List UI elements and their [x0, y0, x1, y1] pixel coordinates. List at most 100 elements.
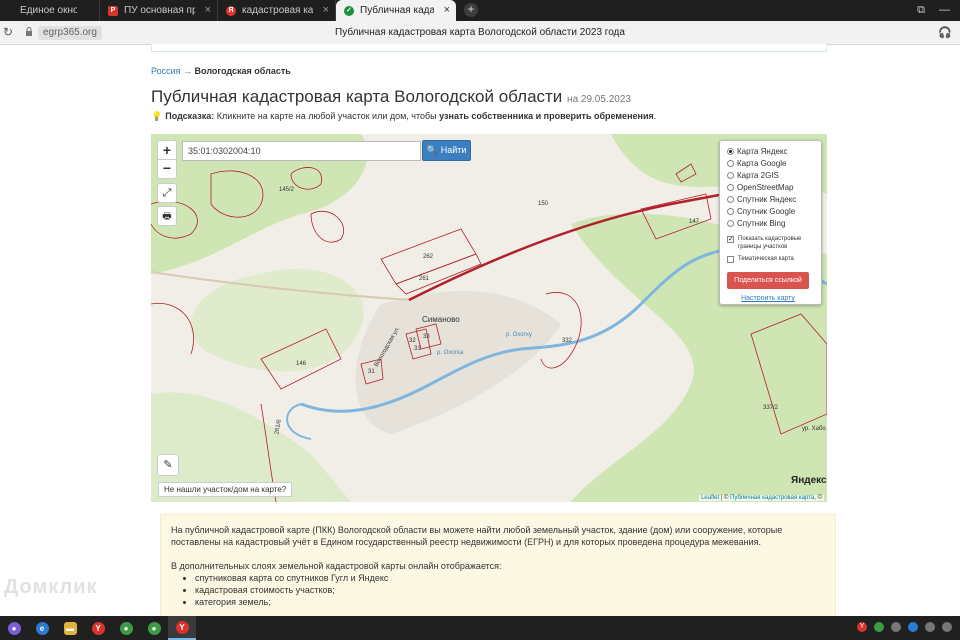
info-paragraph: На публичной кадастровой карте (ПКК) Вол… — [171, 525, 783, 547]
breadcrumb-root-link[interactable]: Россия — [151, 66, 181, 76]
layer-option-google-satellite[interactable]: Спутник Google — [727, 205, 821, 217]
hint-line: 💡 Подсказка: Кликните на карте на любой у… — [151, 111, 656, 122]
place-label: ур. Хабо — [802, 426, 826, 432]
not-found-button[interactable]: Не нашли участок/дом на карте? — [158, 482, 293, 497]
zoom-in-button[interactable]: + — [157, 140, 177, 160]
checkbox-checked[interactable]: ✓ — [727, 236, 734, 243]
thematic-map-toggle[interactable]: Тематическая карта — [727, 255, 821, 263]
new-tab-button[interactable]: + — [464, 3, 478, 17]
layer-option-yandex-map[interactable]: Карта Яндекс — [727, 145, 821, 157]
yandex-tray-icon[interactable]: Y — [857, 622, 867, 632]
taskbar-app[interactable]: Y — [84, 616, 112, 640]
layer-option-label: Спутник Google — [737, 206, 796, 216]
heading-title: Публичная кадастровая карта Вологодской … — [151, 87, 563, 106]
radio-button[interactable] — [727, 171, 734, 179]
radio-button[interactable] — [727, 183, 734, 191]
radio-button[interactable] — [727, 195, 734, 203]
find-button[interactable]: 🔍 Найти — [422, 140, 471, 161]
radio-button[interactable] — [727, 147, 734, 155]
headphones-icon[interactable]: 🎧 — [938, 26, 952, 39]
parcel-label: 150 — [538, 201, 549, 207]
page-title-bar: Публичная кадастровая карта Вологодской … — [335, 27, 625, 38]
search-icon: 🔍 — [426, 145, 438, 155]
start-button[interactable]: ● — [0, 616, 28, 640]
parcel-label: 332 — [562, 338, 573, 344]
restore-icon[interactable]: ⧉ — [917, 4, 925, 17]
layer-option-osm[interactable]: OpenStreetMap — [727, 181, 821, 193]
print-icon[interactable]: 🖶 — [157, 206, 177, 226]
folder-icon: ▬ — [63, 621, 77, 635]
breadcrumb-current: Вологодская область — [194, 66, 291, 76]
village-label: Симаново — [422, 315, 460, 324]
zoom-out-button[interactable]: − — [157, 159, 177, 179]
thematic-map-label: Тематическая карта — [738, 256, 794, 262]
taskbar-app[interactable]: ● — [112, 616, 140, 640]
close-icon[interactable]: × — [444, 4, 450, 16]
chat-icon[interactable] — [942, 622, 952, 632]
bluetooth-icon[interactable] — [908, 622, 918, 632]
layer-option-label: OpenStreetMap — [737, 182, 794, 192]
layer-list: спутниковая карта со спутников Гугл и Ян… — [195, 572, 825, 608]
taskbar-app[interactable]: e — [28, 616, 56, 640]
hint-label: Подсказка: — [165, 111, 215, 121]
speaker-icon[interactable] — [925, 622, 935, 632]
close-icon[interactable]: × — [323, 4, 329, 16]
network-icon[interactable] — [891, 622, 901, 632]
browser-tab-strip: Единое окно P ПУ основная преза.pdf × Я … — [0, 0, 960, 21]
page-heading: Публичная кадастровая карта Вологодской … — [151, 87, 631, 107]
taskbar-app-active[interactable]: Y — [168, 616, 196, 640]
tab-edinoe-okno[interactable]: Единое окно — [0, 0, 100, 21]
river-label: р. Охотку — [506, 332, 532, 338]
tab-yandex-search[interactable]: Я кадастровая карта волог × — [218, 0, 336, 21]
checkbox[interactable] — [727, 256, 734, 263]
check-shield-icon: ✓ — [344, 5, 354, 16]
attribution-end: , © — [814, 495, 822, 501]
show-cadastral-label: Показать кадастровые границы участков — [738, 236, 802, 250]
yandex-icon: Я — [226, 5, 236, 16]
tab-label: ПУ основная преза.pdf — [124, 5, 195, 16]
layer-option-label: Карта Яндекс — [737, 146, 788, 156]
setup-map-link[interactable]: Настроить карту — [727, 295, 809, 302]
parcel-label: 146 — [296, 361, 307, 367]
leaflet-link[interactable]: Leaflet — [701, 495, 719, 501]
layer-option-yandex-satellite[interactable]: Спутник Яндекс — [727, 193, 821, 205]
layer-option-bing-satellite[interactable]: Спутник Bing — [727, 217, 821, 229]
share-link-button[interactable]: Поделиться ссылкой — [727, 272, 809, 289]
hint-text: Кликните на карте на любой участок или д… — [216, 111, 437, 121]
hint-end: . — [653, 111, 657, 121]
layer-option-2gis-map[interactable]: Карта 2GIS — [727, 169, 821, 181]
tab-cadastral-map[interactable]: ✓ Публичная кадастрова × — [336, 0, 456, 21]
minimize-icon[interactable]: — — [939, 4, 950, 17]
find-button-label: Найти — [440, 145, 467, 155]
attribution-separator: | © — [719, 495, 731, 501]
chrome-tray-icon[interactable] — [874, 622, 884, 632]
pencil-icon[interactable]: ✎ — [157, 454, 179, 476]
parcel-label: 147 — [689, 219, 700, 225]
layer-option-label: Карта 2GIS — [737, 170, 779, 180]
yandex-logo: Яндекс — [791, 475, 827, 486]
breadcrumb: Россия → Вологодская область — [151, 66, 291, 76]
parcel-label: 145/2 — [279, 187, 295, 193]
list-item: кадастровая стоимость участков; — [195, 584, 825, 596]
cadastral-map[interactable]: 145/2 150 147 262 261 146 332 337/2 261/… — [151, 134, 827, 502]
taskbar-app[interactable]: ● — [140, 616, 168, 640]
show-cadastral-toggle[interactable]: ✓ Показать кадастровые границы участков — [727, 235, 821, 251]
chrome-icon: ● — [119, 621, 133, 635]
address-bar: ↻ egrp365.org Публичная кадастровая карт… — [0, 21, 960, 45]
list-item: категория земель; — [195, 596, 825, 608]
tab-pdf[interactable]: P ПУ основная преза.pdf × — [100, 0, 218, 21]
radio-button[interactable] — [727, 159, 734, 167]
edge-icon: e — [35, 621, 49, 635]
cadastral-number-input[interactable] — [182, 141, 421, 161]
radio-button[interactable] — [727, 207, 734, 215]
parcel-label: 261 — [419, 276, 430, 282]
system-tray: Y — [857, 622, 952, 632]
layer-option-google-map[interactable]: Карта Google — [727, 157, 821, 169]
close-icon[interactable]: × — [205, 4, 211, 16]
chrome-icon: ● — [147, 621, 161, 635]
fullscreen-icon[interactable]: ⤢ — [157, 183, 177, 203]
radio-button[interactable] — [727, 219, 734, 227]
layer-option-label: Спутник Bing — [737, 218, 786, 228]
pkk-link[interactable]: Публичная кадастровая карта — [730, 495, 814, 501]
taskbar-app[interactable]: ▬ — [56, 616, 84, 640]
